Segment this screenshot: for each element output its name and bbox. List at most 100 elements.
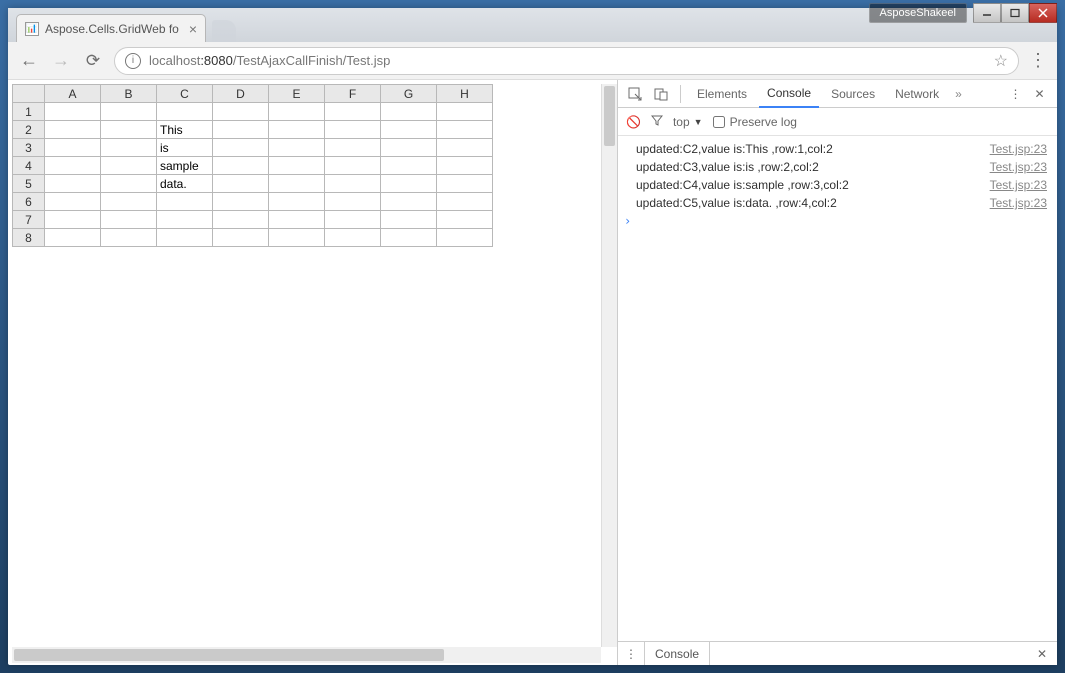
new-tab-button[interactable]: [212, 20, 236, 42]
cell[interactable]: [45, 229, 101, 247]
browser-tab[interactable]: 📊 Aspose.Cells.GridWeb fo ×: [16, 14, 206, 42]
cell[interactable]: [381, 103, 437, 121]
cell[interactable]: [157, 103, 213, 121]
scrollbar-thumb[interactable]: [14, 649, 444, 661]
grid-corner[interactable]: [13, 85, 45, 103]
vertical-scrollbar[interactable]: [601, 84, 617, 647]
cell[interactable]: [213, 157, 269, 175]
cell[interactable]: [437, 121, 493, 139]
row-header[interactable]: 7: [13, 211, 45, 229]
url-input[interactable]: i localhost:8080/TestAjaxCallFinish/Test…: [114, 47, 1019, 75]
row-header[interactable]: 5: [13, 175, 45, 193]
cell[interactable]: [325, 211, 381, 229]
cell[interactable]: [269, 211, 325, 229]
cell[interactable]: [269, 157, 325, 175]
column-header[interactable]: F: [325, 85, 381, 103]
cell[interactable]: [101, 139, 157, 157]
devtools-close-icon[interactable]: ✕: [1029, 84, 1051, 104]
console-prompt[interactable]: ›: [618, 212, 1057, 230]
cell[interactable]: This: [157, 121, 213, 139]
window-maximize-button[interactable]: [1001, 3, 1029, 23]
cell[interactable]: [381, 229, 437, 247]
clear-console-icon[interactable]: 🚫: [626, 115, 641, 129]
tab-network[interactable]: Network: [887, 80, 947, 108]
cell[interactable]: [269, 229, 325, 247]
spreadsheet-grid[interactable]: ABCDEFGH12This3is4sample5data.678: [12, 84, 493, 247]
scrollbar-thumb[interactable]: [604, 86, 615, 146]
column-header[interactable]: G: [381, 85, 437, 103]
cell[interactable]: [437, 139, 493, 157]
row-header[interactable]: 4: [13, 157, 45, 175]
cell[interactable]: [381, 193, 437, 211]
device-mode-icon[interactable]: [650, 84, 672, 104]
cell[interactable]: sample: [157, 157, 213, 175]
cell[interactable]: [45, 175, 101, 193]
cell[interactable]: [325, 229, 381, 247]
cell[interactable]: [325, 139, 381, 157]
cell[interactable]: [325, 175, 381, 193]
cell[interactable]: [213, 211, 269, 229]
column-header[interactable]: H: [437, 85, 493, 103]
cell[interactable]: [45, 139, 101, 157]
more-tabs-icon[interactable]: »: [955, 87, 962, 101]
cell[interactable]: [269, 175, 325, 193]
site-info-icon[interactable]: i: [125, 53, 141, 69]
cell[interactable]: [437, 157, 493, 175]
cell[interactable]: [269, 121, 325, 139]
cell[interactable]: [101, 175, 157, 193]
cell[interactable]: [437, 175, 493, 193]
cell[interactable]: [381, 157, 437, 175]
horizontal-scrollbar[interactable]: [12, 647, 601, 663]
cell[interactable]: [157, 229, 213, 247]
row-header[interactable]: 8: [13, 229, 45, 247]
cell[interactable]: [157, 193, 213, 211]
cell[interactable]: [325, 103, 381, 121]
window-minimize-button[interactable]: [973, 3, 1001, 23]
forward-button[interactable]: [50, 50, 72, 72]
cell[interactable]: [381, 121, 437, 139]
log-source-link[interactable]: Test.jsp:23: [990, 142, 1047, 156]
cell[interactable]: [101, 193, 157, 211]
cell[interactable]: [101, 103, 157, 121]
cell[interactable]: [45, 211, 101, 229]
log-source-link[interactable]: Test.jsp:23: [990, 196, 1047, 210]
cell[interactable]: [213, 229, 269, 247]
cell[interactable]: [437, 103, 493, 121]
console-output[interactable]: updated:C2,value is:This ,row:1,col:2Tes…: [618, 136, 1057, 641]
row-header[interactable]: 1: [13, 103, 45, 121]
tab-console[interactable]: Console: [759, 80, 819, 108]
cell[interactable]: [157, 211, 213, 229]
drawer-menu-icon[interactable]: ⋮: [618, 647, 644, 661]
cell[interactable]: [45, 103, 101, 121]
tab-elements[interactable]: Elements: [689, 80, 755, 108]
cell[interactable]: [45, 157, 101, 175]
cell[interactable]: [269, 193, 325, 211]
filter-icon[interactable]: [651, 114, 663, 129]
cell[interactable]: [381, 211, 437, 229]
cell[interactable]: [45, 121, 101, 139]
column-header[interactable]: A: [45, 85, 101, 103]
cell[interactable]: [213, 121, 269, 139]
log-source-link[interactable]: Test.jsp:23: [990, 178, 1047, 192]
cell[interactable]: [213, 103, 269, 121]
column-header[interactable]: B: [101, 85, 157, 103]
cell[interactable]: [213, 193, 269, 211]
cell[interactable]: [101, 211, 157, 229]
cell[interactable]: [213, 139, 269, 157]
log-source-link[interactable]: Test.jsp:23: [990, 160, 1047, 174]
cell[interactable]: [325, 193, 381, 211]
cell[interactable]: [325, 157, 381, 175]
cell[interactable]: [213, 175, 269, 193]
devtools-menu-icon[interactable]: ⋮: [1005, 84, 1027, 104]
cell[interactable]: [101, 121, 157, 139]
cell[interactable]: [269, 139, 325, 157]
cell[interactable]: [381, 139, 437, 157]
drawer-tab-console[interactable]: Console: [644, 642, 710, 665]
preserve-log-checkbox[interactable]: Preserve log: [713, 115, 797, 129]
inspect-icon[interactable]: [624, 84, 646, 104]
column-header[interactable]: D: [213, 85, 269, 103]
cell[interactable]: [45, 193, 101, 211]
drawer-close-icon[interactable]: ✕: [1027, 647, 1057, 661]
cell[interactable]: [325, 121, 381, 139]
row-header[interactable]: 2: [13, 121, 45, 139]
